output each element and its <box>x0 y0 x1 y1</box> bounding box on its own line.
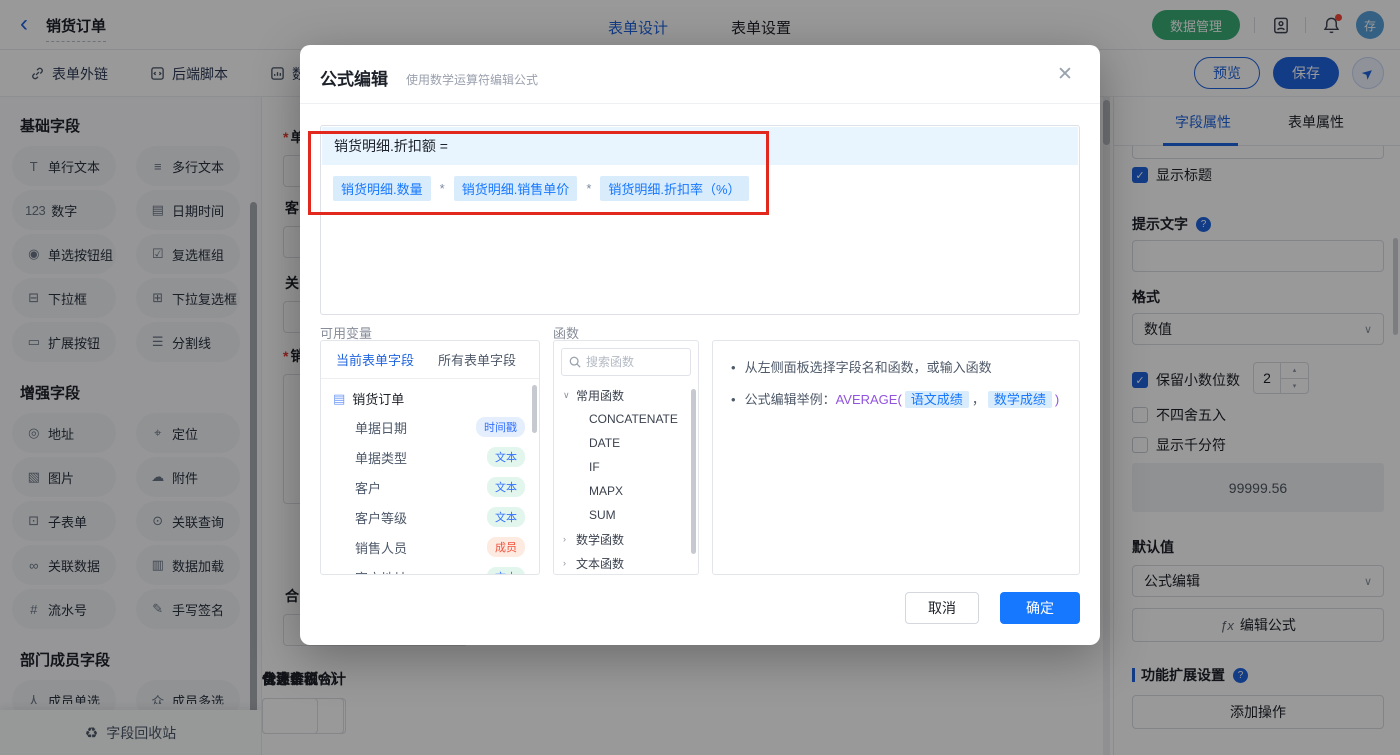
cancel-button[interactable]: 取消 <box>905 592 979 624</box>
field-type-badge: 成员 <box>487 537 525 557</box>
modal-title: 公式编辑 <box>320 65 388 90</box>
variable-field-row[interactable]: 销售人员 成员 <box>321 532 539 562</box>
formula-editor-area[interactable]: 销货明细.折扣额 = 销货明细.数量 * 销货明细.销售单价 * 销货明细.折扣率（%） <box>320 125 1080 315</box>
variables-panel: 当前表单字段 所有表单字段 ▤ 销货订单 单据日期 时间戳 单据类型 文本 <box>320 340 540 575</box>
formula-editor-modal: 公式编辑 使用数学运算符编辑公式 ✕ 销货明细.折扣额 = 销货明细.数量*销货… <box>300 45 1100 645</box>
tree-chevron-icon: › <box>563 558 576 568</box>
tip-line-2: • 公式编辑举例：AVERAGE(语文成绩，数学成绩) <box>731 390 1061 410</box>
tree-chevron-icon: › <box>563 534 576 544</box>
formula-token[interactable]: * <box>586 181 591 196</box>
form-doc-icon: ▤ <box>333 391 345 407</box>
functions-panel: ∨ 常用函数 CONCATENATE DATE <box>553 340 699 575</box>
formula-token[interactable]: 销货明细.销售单价 <box>454 176 578 201</box>
field-type-badge: 文本 <box>487 477 525 497</box>
form-tree-root[interactable]: ▤ 销货订单 <box>321 379 539 412</box>
confirm-button[interactable]: 确定 <box>1000 592 1080 624</box>
field-type-badge: 文本 <box>487 447 525 467</box>
bullet-icon: • <box>731 390 736 410</box>
tree-chevron-icon: ∨ <box>563 390 576 401</box>
function-row[interactable]: IF <box>554 455 698 479</box>
tab-all-form-fields[interactable]: 所有表单字段 <box>438 350 516 369</box>
variable-field-row[interactable]: 单据类型 文本 <box>321 442 539 472</box>
function-row[interactable]: DATE <box>554 431 698 455</box>
field-type-badge: 文本 <box>487 567 525 575</box>
modal-subtitle: 使用数学运算符编辑公式 <box>406 71 538 88</box>
function-row[interactable]: SUM <box>554 503 698 527</box>
modal-header-divider <box>300 103 1100 104</box>
function-row[interactable]: ∨ 常用函数 <box>554 383 698 407</box>
app-root: ‹ 销货订单 表单设计 表单设置 数据管理 存 表单外链 <box>0 0 1400 755</box>
tip-line-1: • 从左侧面板选择字段名和函数，或输入函数 <box>731 358 1061 378</box>
function-row[interactable]: CONCATENATE <box>554 407 698 431</box>
function-search-box <box>561 348 691 376</box>
variables-tabs: 当前表单字段 所有表单字段 <box>321 341 539 379</box>
formula-token[interactable]: * <box>440 181 445 196</box>
variable-field-row[interactable]: 客户地址 文本 <box>321 562 539 575</box>
function-row[interactable]: › 文本函数 <box>554 551 698 575</box>
help-tips-panel: • 从左侧面板选择字段名和函数，或输入函数 • 公式编辑举例：AVERAGE(语… <box>712 340 1080 575</box>
formula-token[interactable]: 销货明细.数量 <box>333 176 431 201</box>
function-row[interactable]: › 数学函数 <box>554 527 698 551</box>
example-function-close: ) <box>1055 392 1059 407</box>
formula-expression: 销货明细.数量 * 销货明细.销售单价 * 销货明细.折扣率（%） <box>333 176 749 201</box>
bullet-icon: • <box>731 358 736 378</box>
function-list: ∨ 常用函数 CONCATENATE DATE <box>554 383 698 575</box>
example-field-chip: 语文成绩 <box>905 391 969 408</box>
function-row[interactable]: MAPX <box>554 479 698 503</box>
formula-token[interactable]: 销货明细.折扣率（%） <box>600 176 748 201</box>
field-type-badge: 时间戳 <box>476 417 525 437</box>
example-field-chip: 数学成绩 <box>988 391 1052 408</box>
variable-field-list: 单据日期 时间戳 单据类型 文本 客户 文本 客户等级 <box>321 412 539 575</box>
variable-field-row[interactable]: 客户 文本 <box>321 472 539 502</box>
formula-target-line: 销货明细.折扣额 = <box>322 127 1078 165</box>
search-icon <box>569 356 581 368</box>
example-function-name: AVERAGE( <box>836 392 902 407</box>
variable-field-row[interactable]: 单据日期 时间戳 <box>321 412 539 442</box>
tab-current-form-fields[interactable]: 当前表单字段 <box>336 350 414 369</box>
functions-scrollbar-thumb[interactable] <box>691 389 696 554</box>
variables-scrollbar-thumb[interactable] <box>532 385 537 433</box>
close-icon[interactable]: ✕ <box>1057 63 1073 86</box>
function-search-input[interactable] <box>586 355 676 369</box>
variable-field-row[interactable]: 客户等级 文本 <box>321 502 539 532</box>
field-type-badge: 文本 <box>487 507 525 527</box>
